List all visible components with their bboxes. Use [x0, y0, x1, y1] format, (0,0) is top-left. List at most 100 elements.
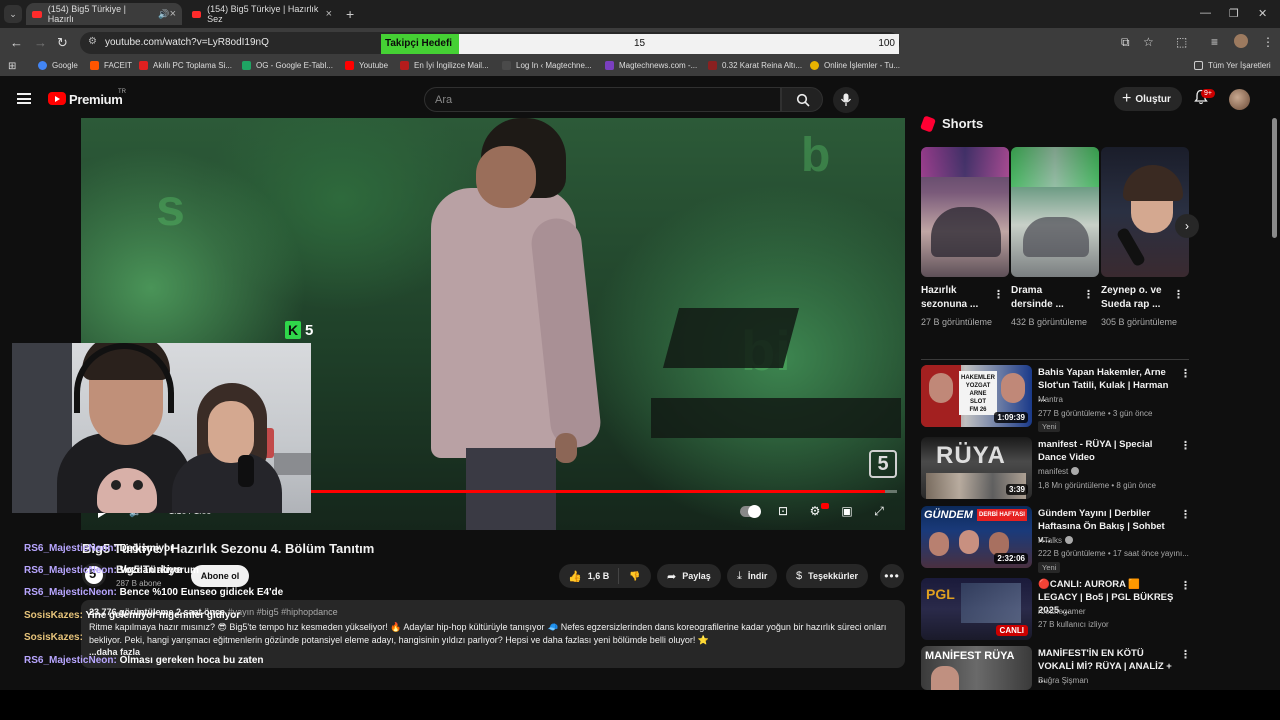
recommendation-thumbnail[interactable]: PGL CANLI [921, 578, 1032, 640]
recommendation-thumbnail[interactable]: GÜNDEM DERBİ HAFTASI 2:32:06 [921, 506, 1032, 568]
chat-message: RS6_MajesticNeon: Olması gereken hoca bu… [24, 655, 264, 666]
bookmark-youtube[interactable]: Youtube [345, 61, 388, 70]
recommendation-channel[interactable]: HTalks [1038, 536, 1074, 545]
bookmark-sheets[interactable]: OG - Google E-Tabl... [242, 61, 333, 70]
hamburger-menu-icon[interactable] [17, 93, 31, 104]
recommendation-menu-icon[interactable]: ⋮ [1180, 648, 1191, 661]
short-title[interactable]: Hazırlık sezonuna ... [921, 284, 993, 312]
verified-icon [1065, 536, 1074, 544]
follower-goal-target: 100 [878, 38, 895, 49]
media-control-icon[interactable]: ≡ [1211, 35, 1218, 49]
chevron-right-icon[interactable]: › [1175, 214, 1199, 238]
channel-watermark[interactable]: 5 [869, 450, 897, 478]
bookmark-star-icon[interactable]: ☆ [1143, 35, 1154, 49]
progress-bar[interactable] [311, 490, 897, 493]
speaker-icon[interactable]: 🔊 [158, 9, 169, 20]
share-button[interactable]: ➦ Paylaş [657, 564, 721, 588]
recommendation-menu-icon[interactable]: ⋮ [1180, 367, 1191, 380]
search-button[interactable] [781, 87, 823, 112]
recommendation-menu-icon[interactable]: ⋮ [1180, 579, 1191, 592]
subscribe-button[interactable]: Abone ol [191, 565, 249, 587]
recommendation-channel[interactable]: manifest [1038, 467, 1080, 476]
background-letter: b [801, 129, 831, 182]
short-title[interactable]: Drama dersinde ... [1011, 284, 1083, 312]
subtitles-icon[interactable]: ⊡ [773, 502, 793, 520]
recommendation-thumbnail[interactable]: RÜYA 3:39 [921, 437, 1032, 499]
close-window-icon[interactable]: ✕ [1258, 7, 1267, 20]
browser-menu-icon[interactable]: ⋮ [1262, 35, 1274, 49]
short-thumbnail[interactable] [921, 147, 1009, 277]
thanks-button[interactable]: $ Teşekkürler [786, 564, 868, 588]
tab-active[interactable]: (154) Big5 Türkiye | Hazırlı 🔊 × [26, 3, 182, 25]
thumbnail-text: GÜNDEM [924, 509, 973, 521]
youtube-logo-icon[interactable] [48, 92, 66, 105]
download-button[interactable]: ⤓ İndir [727, 564, 778, 588]
short-views: 305 B görüntüleme [1101, 317, 1178, 327]
new-tab-button[interactable]: + [346, 6, 354, 22]
like-count: 1,6 B [587, 571, 610, 581]
recommendation-title[interactable]: manifest - RÜYA | Special Dance Video [1038, 438, 1174, 464]
thumbnail-banner: HAKEMLER YOZGAT ARNE SLOT FM 26 [959, 371, 997, 415]
thumbnail-text: MANİFEST RÜYA [925, 650, 1015, 662]
reload-icon[interactable]: ↻ [57, 35, 68, 51]
sheets-icon [242, 61, 251, 70]
all-bookmarks[interactable]: Tüm Yer İşaretleri [1194, 61, 1271, 70]
bookmark-google[interactable]: Google [38, 61, 78, 70]
restore-icon[interactable]: ❐ [1229, 7, 1239, 20]
scrollbar-thumb[interactable] [1272, 118, 1277, 238]
bookmark-reina[interactable]: 0.32 Karat Reina Altı... [708, 61, 802, 70]
extensions-icon[interactable]: ⬚ [1176, 35, 1187, 49]
create-button[interactable]: + Oluştur [1114, 87, 1182, 111]
short-menu-icon[interactable]: ⋮ [993, 288, 1004, 301]
minimize-icon[interactable]: — [1200, 7, 1211, 19]
short-title[interactable]: Zeynep o. ve Sueda rap ... [1101, 284, 1173, 312]
youtube-brand[interactable]: Premium [69, 92, 123, 107]
recommendation-thumbnail[interactable]: HAKEMLER YOZGAT ARNE SLOT FM 26 1:09:39 [921, 365, 1032, 427]
thumbs-up-icon: 👍 [568, 570, 582, 583]
back-icon[interactable]: ← [10, 35, 23, 50]
chat-message: SosisKazes: Yine gelemiyor mgennler gidi… [24, 610, 241, 621]
short-thumbnail[interactable] [1101, 147, 1189, 277]
short-menu-icon[interactable]: ⋮ [1083, 288, 1094, 301]
apps-grid-icon[interactable]: ⊞ [8, 61, 16, 72]
short-menu-icon[interactable]: ⋮ [1173, 288, 1184, 301]
bookmark-online[interactable]: Online İşlemler - Tu... [810, 61, 900, 70]
search-input[interactable] [425, 88, 780, 112]
install-app-icon[interactable]: ⧉ [1121, 35, 1130, 50]
fullscreen-icon[interactable]: ⤢ [869, 502, 889, 520]
bookmark-pc[interactable]: Akıllı PC Toplama Si... [139, 61, 232, 70]
dislike-button[interactable]: 👎 [619, 571, 651, 582]
site-info-icon[interactable]: ⚙ [88, 36, 97, 47]
description-text: Ritme kapılmaya hazır mısınız? 😎 Big5'te… [89, 622, 887, 645]
bookmark-mail[interactable]: En İyi İngilizce Mail... [400, 61, 489, 70]
bookmark-faceit[interactable]: FACEIT [90, 61, 132, 70]
recommendation-channel[interactable]: Buğra Şişman [1038, 676, 1088, 685]
voice-search-button[interactable] [833, 87, 859, 113]
bookmark-login[interactable]: Log In ‹ Magtechne... [502, 61, 592, 70]
bookmark-magtech[interactable]: Magtechnews.com -... [605, 61, 697, 70]
tab-second[interactable]: (154) Big5 Türkiye | Hazırlık Sez × [186, 3, 338, 25]
close-tab-icon[interactable]: × [170, 8, 176, 20]
account-avatar[interactable] [1229, 89, 1250, 110]
dancer-hand [555, 433, 577, 463]
short-thumbnail[interactable] [1011, 147, 1099, 277]
autoplay-toggle[interactable] [740, 505, 761, 518]
recommendation-channel[interactable]: rootthegamer [1038, 607, 1086, 616]
forward-icon[interactable]: → [34, 35, 47, 50]
more-actions-icon[interactable]: ••• [880, 564, 904, 588]
download-icon: ⤓ [737, 569, 742, 582]
recommendation-menu-icon[interactable]: ⋮ [1180, 439, 1191, 452]
miniplayer-icon[interactable]: ▣ [837, 502, 857, 520]
profile-avatar-icon[interactable] [1234, 34, 1248, 48]
recommendation-channel[interactable]: Mantra [1038, 395, 1063, 404]
tab-search-button[interactable]: ⌄ [4, 5, 22, 23]
close-tab-icon[interactable]: × [326, 8, 332, 20]
plush-eye [111, 480, 121, 490]
page-scrollbar[interactable] [1271, 118, 1277, 678]
microphone-prop [238, 455, 254, 487]
description-hashtags[interactable]: #yayın #big5 #hiphopdance [228, 607, 338, 617]
recommendation-thumbnail[interactable]: MANİFEST RÜYA [921, 646, 1032, 690]
google-icon [38, 61, 47, 70]
like-button[interactable]: 👍 1,6 B [559, 568, 619, 584]
recommendation-menu-icon[interactable]: ⋮ [1180, 508, 1191, 521]
